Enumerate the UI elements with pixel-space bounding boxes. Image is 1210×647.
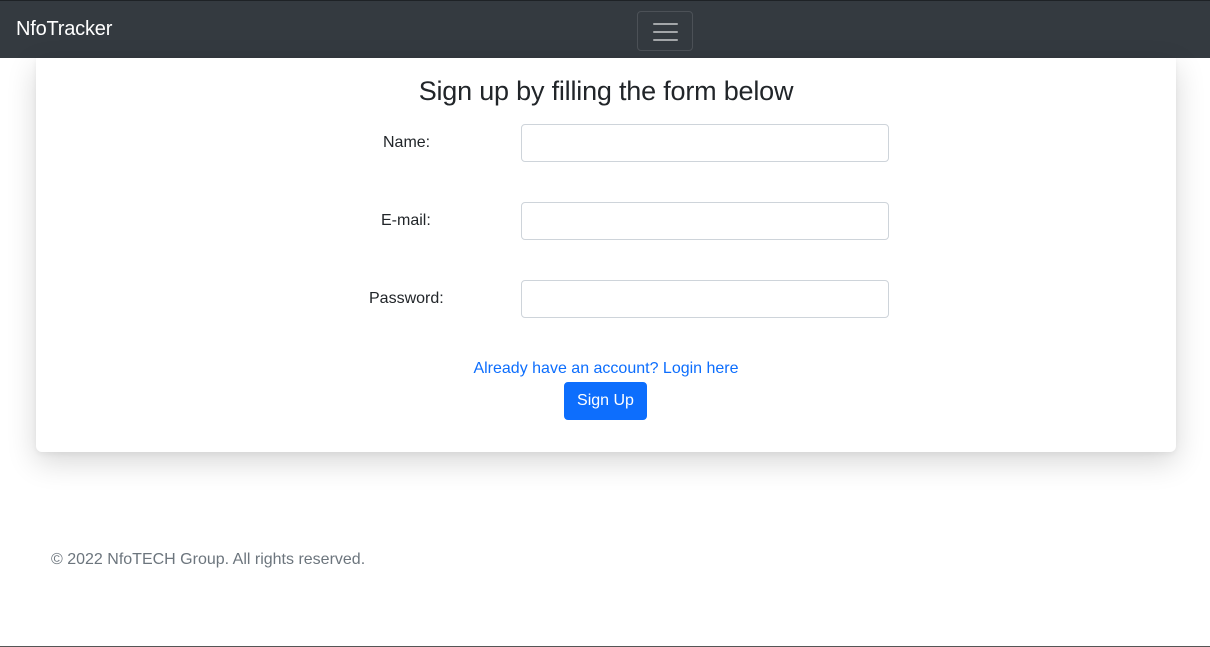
email-input[interactable] — [521, 202, 889, 240]
form-title: Sign up by filling the form below — [418, 76, 794, 106]
footer-copyright: © 2022 NfoTECH Group. All rights reserve… — [51, 551, 366, 568]
page: NfoTracker Sign up by filling the form b… — [0, 0, 1210, 647]
password-label: Password: — [369, 290, 444, 307]
top-navbar: NfoTracker — [0, 0, 1210, 58]
navbar-toggler-button[interactable] — [637, 11, 693, 51]
email-label: E-mail: — [381, 212, 431, 229]
signup-card: Sign up by filling the form below Name: … — [36, 58, 1176, 452]
name-label: Name: — [383, 134, 431, 151]
sign-up-button[interactable]: Sign Up — [564, 382, 647, 420]
name-input[interactable] — [521, 124, 889, 162]
brand-link[interactable]: NfoTracker — [16, 18, 112, 41]
login-link[interactable]: Already have an account? Login here — [36, 360, 1176, 378]
password-input[interactable] — [521, 280, 889, 318]
